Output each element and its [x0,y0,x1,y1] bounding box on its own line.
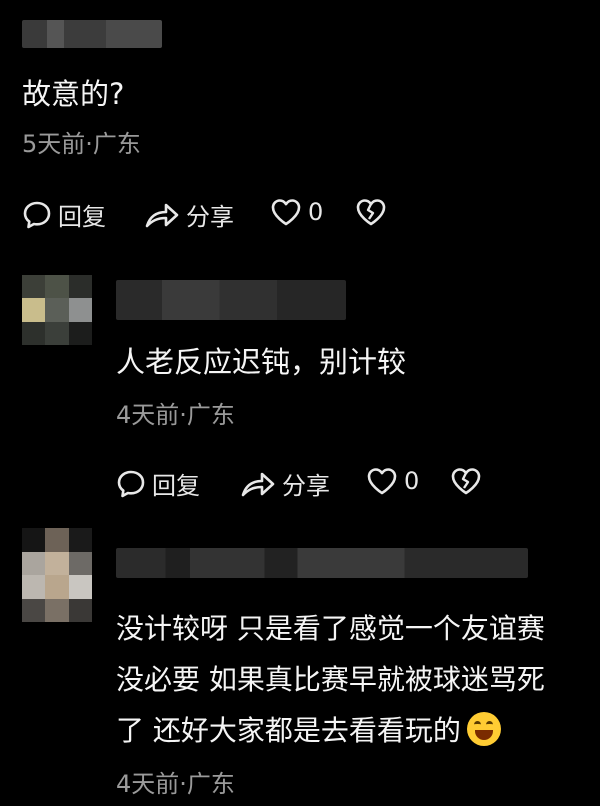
comment-icon [22,200,52,230]
comment-text: 故意的? [22,77,125,111]
dislike-button[interactable] [355,197,387,227]
like-button[interactable]: 0 [270,197,323,227]
laughing-emoji [466,712,501,746]
reply-label: 回复 [58,203,106,231]
share-icon [240,469,276,499]
username-blurred[interactable] [116,548,528,578]
comment-line-text: 没必要 如果真比赛早就被球迷骂死 [116,663,545,696]
username-blurred[interactable] [116,280,346,320]
comment-meta: 5天前·广东 [22,130,141,158]
share-button[interactable]: 分享 [240,466,330,501]
avatar[interactable] [22,275,92,345]
comment-text: 没计较呀 只是看了感觉一个友谊赛 没必要 如果真比赛早就被球迷骂死 了 还好大家… [116,603,545,756]
avatar[interactable] [22,528,92,622]
reply-label: 回复 [152,472,200,500]
heart-icon [366,466,398,496]
heart-icon [270,197,302,227]
share-icon [144,200,180,230]
comment-line: 了 还好大家都是去看看玩的 [116,705,545,756]
like-count: 0 [404,467,420,495]
share-label: 分享 [282,472,330,500]
like-button[interactable]: 0 [366,466,419,496]
username-blurred[interactable] [22,20,162,48]
comment-line: 没必要 如果真比赛早就被球迷骂死 [116,654,545,705]
comment-line: 没计较呀 只是看了感觉一个友谊赛 [116,612,545,645]
comment-meta: 4天前·广东 [116,770,235,798]
share-label: 分享 [186,203,234,231]
reply-button[interactable]: 回复 [22,197,106,232]
share-button[interactable]: 分享 [144,197,234,232]
reply-button[interactable]: 回复 [116,466,200,501]
comment-icon [116,469,146,499]
broken-heart-icon [355,197,387,227]
broken-heart-icon [450,466,482,496]
comment-meta: 4天前·广东 [116,401,235,429]
comment-text: 人老反应迟钝，别计较 [116,345,407,379]
comment-line-text: 了 还好大家都是去看看玩的 [116,714,461,747]
like-count: 0 [308,198,324,226]
dislike-button[interactable] [450,466,482,496]
